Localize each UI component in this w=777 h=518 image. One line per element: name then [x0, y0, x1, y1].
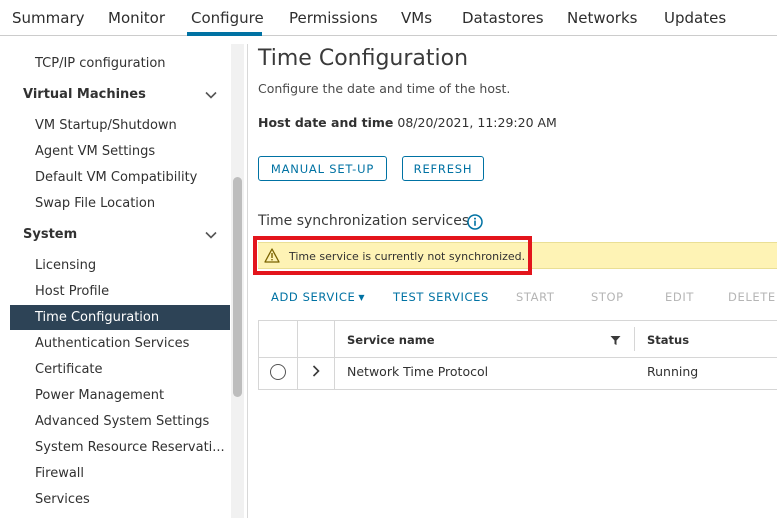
active-tab-indicator [187, 32, 262, 36]
host-date-time: Host date and time 08/20/2021, 11:29:20 … [258, 115, 557, 130]
add-service-label: ADD SERVICE [271, 290, 356, 304]
sidebar-item-host-profile[interactable]: Host Profile [35, 284, 109, 299]
tab-updates[interactable]: Updates [664, 9, 726, 27]
tab-configure[interactable]: Configure [191, 9, 264, 27]
tab-networks[interactable]: Networks [567, 9, 637, 27]
row-select-radio[interactable] [270, 364, 286, 380]
add-service-button[interactable]: ADD SERVICE ▼ [271, 290, 365, 304]
start-button[interactable]: START [516, 290, 554, 304]
column-resize-handle[interactable] [634, 327, 635, 351]
sidebar-group-system[interactable]: System [23, 227, 77, 242]
top-tab-bar: Summary Monitor Configure Permissions VM… [0, 0, 777, 36]
stop-button[interactable]: STOP [591, 290, 624, 304]
sidebar-item-power-management[interactable]: Power Management [35, 388, 164, 403]
sidebar-item-authentication-services[interactable]: Authentication Services [35, 336, 189, 351]
chevron-down-icon[interactable] [204, 228, 218, 242]
sidebar-item-services[interactable]: Services [35, 492, 90, 507]
sidebar-item-agent-vm-settings[interactable]: Agent VM Settings [35, 144, 155, 159]
host-date-time-value: 08/20/2021, 11:29:20 AM [397, 115, 557, 130]
highlight-box [253, 236, 532, 275]
sidebar-item-swap-file-location[interactable]: Swap File Location [35, 196, 155, 211]
tab-summary[interactable]: Summary [12, 9, 85, 27]
host-date-time-label: Host date and time [258, 115, 394, 130]
delete-button[interactable]: DELETE [728, 290, 776, 304]
sidebar-item-firewall[interactable]: Firewall [35, 466, 84, 481]
tab-datastores[interactable]: Datastores [462, 9, 544, 27]
tab-permissions[interactable]: Permissions [289, 9, 378, 27]
sidebar-item-certificate[interactable]: Certificate [35, 362, 103, 377]
column-header-service-name[interactable]: Service name [347, 333, 435, 347]
service-name-cell: Network Time Protocol [347, 364, 489, 379]
sidebar-item-time-configuration[interactable]: Time Configuration [35, 310, 159, 325]
sidebar-item-default-vm-compatibility[interactable]: Default VM Compatibility [35, 170, 197, 185]
service-status-cell: Running [647, 364, 699, 379]
sidebar-divider [247, 44, 248, 518]
chevron-down-icon[interactable] [204, 88, 218, 102]
filter-icon[interactable] [610, 335, 621, 346]
info-icon[interactable] [467, 214, 483, 230]
services-table [258, 320, 777, 390]
tab-vms[interactable]: VMs [401, 9, 432, 27]
column-divider [297, 320, 298, 390]
manual-setup-button[interactable]: MANUAL SET-UP [258, 156, 387, 181]
sidebar-scrollbar-thumb[interactable] [233, 177, 242, 397]
caret-down-icon: ▼ [358, 293, 366, 302]
edit-button[interactable]: EDIT [665, 290, 694, 304]
column-divider [334, 320, 335, 390]
sidebar-item-licensing[interactable]: Licensing [35, 258, 96, 273]
chevron-right-icon[interactable] [309, 364, 323, 378]
sidebar-item-vm-startup-shutdown[interactable]: VM Startup/Shutdown [35, 118, 177, 133]
table-header-divider [258, 357, 777, 358]
time-sync-services-heading: Time synchronization services [258, 213, 470, 229]
sidebar-item-advanced-system-settings[interactable]: Advanced System Settings [35, 414, 209, 429]
sidebar-item-system-resource-reservation[interactable]: System Resource Reservati... [35, 440, 225, 455]
page-title: Time Configuration [258, 46, 469, 71]
sidebar-group-virtual-machines[interactable]: Virtual Machines [23, 87, 146, 102]
column-header-status[interactable]: Status [647, 333, 689, 347]
page-subtitle: Configure the date and time of the host. [258, 81, 511, 96]
tab-monitor[interactable]: Monitor [108, 9, 165, 27]
test-services-button[interactable]: TEST SERVICES [393, 290, 489, 304]
refresh-button[interactable]: REFRESH [402, 156, 484, 181]
sidebar-item-tcpip-configuration[interactable]: TCP/IP configuration [35, 56, 166, 71]
